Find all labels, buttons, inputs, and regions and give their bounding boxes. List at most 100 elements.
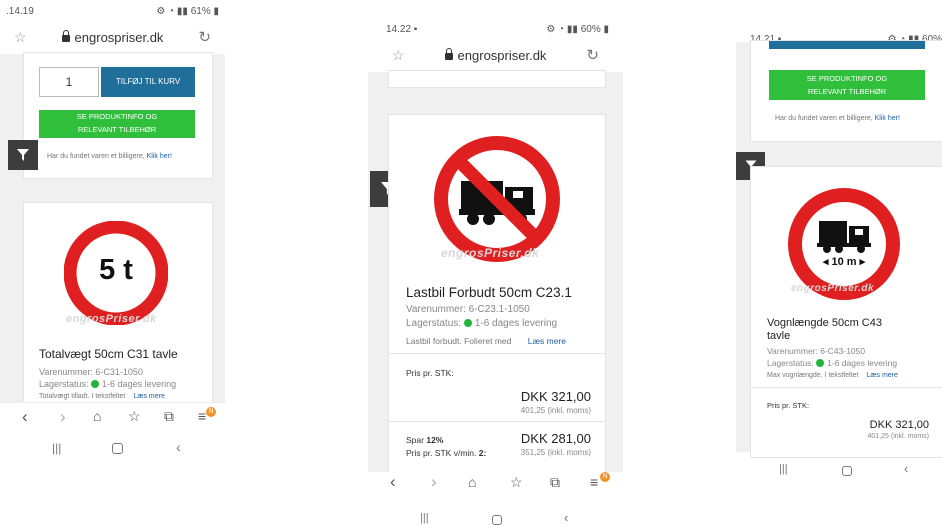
system-back-icon[interactable]: ‹ (176, 439, 181, 455)
product-info-button[interactable]: SE PRODUKTINFO OG RELEVANT TILBEHØR (769, 70, 925, 100)
home-button-icon[interactable] (842, 466, 852, 476)
read-more-link[interactable]: Læs mere (866, 372, 898, 379)
description-text: Lastbil forbudt. Folieret med (406, 336, 512, 346)
system-back-icon[interactable]: ‹ (904, 461, 908, 476)
url-field[interactable]: engrospriser.dk (368, 48, 623, 63)
phone-screen-2: 14.22 ▪ ⚙ ◔ ▮▮ 60% ▮ ☆ engrospriser.dk ↻ (368, 18, 623, 498)
home-icon[interactable]: ⌂ (93, 408, 101, 424)
product-info-button[interactable]: SE PRODUKTINFO OG RELEVANT TILBEHØR (39, 110, 195, 138)
notification-badge: N (206, 407, 216, 417)
stock-label: Lagerstatus: (39, 379, 89, 389)
product-card: 5 t engrosPriser.dk Totalvægt 50cm C31 t… (23, 202, 213, 409)
stock-value: 1-6 dages levering (102, 379, 177, 389)
url-field[interactable]: engrospriser.dk (0, 30, 225, 45)
system-nav-bar: ||| ‹ (368, 510, 623, 525)
stock-label: Lagerstatus: (767, 358, 814, 368)
price-value: DKK 321,00 (869, 419, 929, 431)
product-description: Max vognlængde. I tekstfeltet Læs mere (767, 372, 898, 379)
bulk-price-incl-vat: 351,25 (inkl. moms) (520, 448, 591, 457)
cheaper-text: Har du fundet varen et billigere, (775, 115, 873, 122)
bulk-price-value: DKK 281,00 (520, 431, 591, 446)
status-time: 14.22 ▪ (386, 24, 418, 35)
forward-icon[interactable]: › (60, 407, 66, 427)
stock-dot (463, 319, 472, 327)
read-more-link[interactable]: Læs mere (528, 336, 566, 346)
recent-apps-icon[interactable]: ||| (420, 512, 429, 524)
stock-status: Lagerstatus: 1-6 dages levering (406, 318, 557, 329)
save-label: Spar (406, 435, 424, 445)
forward-icon[interactable]: › (431, 472, 437, 492)
status-icons: ⚙ ◔ ▮▮ 60% ▮ (546, 24, 609, 35)
menu-icon[interactable]: ≡ (590, 474, 598, 490)
reload-icon[interactable]: ↻ (198, 28, 211, 46)
save-percent: 12% (426, 435, 444, 445)
save-text: Spar 12% (406, 435, 443, 445)
phone-screen-1: .14.19 ⚙ ◔ ▮▮ 61% ▮ ☆ engrospriser.dk ↻ … (0, 0, 225, 470)
cart-card: SE PRODUKTINFO OG RELEVANT TILBEHØR Har … (750, 40, 942, 142)
home-icon[interactable]: ⌂ (468, 474, 476, 490)
stock-label: Lagerstatus: (406, 318, 462, 329)
truck-prohibited-sign (433, 135, 561, 263)
bookmark-star-icon[interactable]: ☆ (510, 474, 523, 491)
watermark: engrosPriser.dk (791, 283, 875, 294)
url-text: engrospriser.dk (74, 30, 164, 45)
product-description: Totalvægt tilladt. I tekstfeltet Læs mer… (39, 393, 165, 400)
cheaper-link[interactable]: Klik her! (147, 153, 172, 160)
product-sku: Varenummer: 6-C31-1050 (39, 367, 143, 377)
stock-dot (91, 380, 100, 388)
recent-apps-icon[interactable]: ||| (52, 441, 61, 455)
status-icons: ⚙ ◔ ▮▮ 61% ▮ (156, 6, 219, 17)
price-incl-vat: 401,25 (inkl. moms) (867, 433, 929, 440)
menu-icon[interactable]: ≡ (198, 408, 206, 424)
filter-icon (17, 149, 29, 161)
product-sku: Varenummer: 6-C43-1050 (767, 346, 866, 356)
price-incl-vat: 401,25 (inkl. moms) (520, 406, 591, 415)
notification-badge: N (600, 472, 610, 482)
quantity-input[interactable]: 1 (39, 67, 99, 97)
bulk-min: 2: (478, 448, 487, 458)
product-card: engrosPriser.dk Lastbil Forbudt 50cm C23… (388, 114, 606, 484)
sign-label: ◂ 10 m ▸ (822, 256, 866, 268)
back-icon[interactable]: ‹ (390, 472, 396, 492)
cart-card: 1 TILFØJ TIL KURV SE PRODUKTINFO OG RELE… (23, 52, 213, 179)
home-button-icon[interactable] (112, 443, 123, 454)
stock-value: 1-6 dages levering (827, 358, 898, 368)
status-bar: .14.19 ⚙ ◔ ▮▮ 61% ▮ (0, 0, 225, 22)
tabs-icon[interactable]: ⧉ (550, 474, 560, 491)
stock-status: Lagerstatus: 1-6 dages levering (767, 358, 897, 368)
stock-status: Lagerstatus: 1-6 dages levering (39, 379, 176, 389)
read-more-link[interactable]: Læs mere (133, 393, 165, 400)
add-to-cart-button[interactable]: TILFØJ TIL KURV (101, 67, 195, 97)
product-title-line-1[interactable]: Vognlængde 50cm C43 (767, 317, 882, 329)
divider (751, 387, 942, 388)
home-button-icon[interactable] (492, 515, 502, 525)
product-title[interactable]: Totalvægt 50cm C31 tavle (39, 347, 178, 361)
browser-url-bar: ☆ engrospriser.dk ↻ (0, 26, 225, 52)
system-nav-bar: ||| ‹ (0, 436, 225, 462)
filter-button[interactable] (8, 140, 38, 170)
reload-icon[interactable]: ↻ (586, 46, 599, 64)
product-title-line-2[interactable]: tavle (767, 330, 790, 342)
description-text: Totalvægt tilladt. I tekstfeltet (39, 393, 126, 400)
recent-apps-icon[interactable]: ||| (779, 463, 788, 475)
page-content: 1 TILFØJ TIL KURV SE PRODUKTINFO OG RELE… (0, 52, 225, 409)
status-time: .14.19 (6, 6, 34, 17)
bulk-label: Pris pr. STK v/min. (406, 448, 477, 458)
cheaper-note: Har du fundet varen et billigere, Klik h… (47, 153, 172, 160)
add-to-cart-button[interactable] (769, 41, 925, 49)
stock-value: 1-6 dages levering (474, 318, 558, 329)
product-title[interactable]: Lastbil Forbudt 50cm C23.1 (406, 285, 572, 300)
bookmark-star-icon[interactable]: ☆ (128, 408, 141, 425)
tabs-icon[interactable]: ⧉ (164, 408, 174, 425)
battery-level: 61% (190, 6, 211, 17)
battery-level: 60% (580, 24, 601, 35)
back-icon[interactable]: ‹ (22, 407, 28, 427)
browser-toolbar: ‹ › ⌂ ☆ ⧉ ≡ N (368, 472, 623, 498)
page-content: SE PRODUKTINFO OG RELEVANT TILBEHØR Har … (736, 40, 942, 458)
stock-dot (816, 359, 825, 367)
system-back-icon[interactable]: ‹ (564, 510, 568, 525)
lock-icon (444, 48, 453, 60)
cheaper-link[interactable]: Klik her! (875, 115, 900, 122)
product-sku: Varenummer: 6-C23.1-1050 (406, 304, 530, 315)
previous-card-bottom (388, 70, 606, 88)
